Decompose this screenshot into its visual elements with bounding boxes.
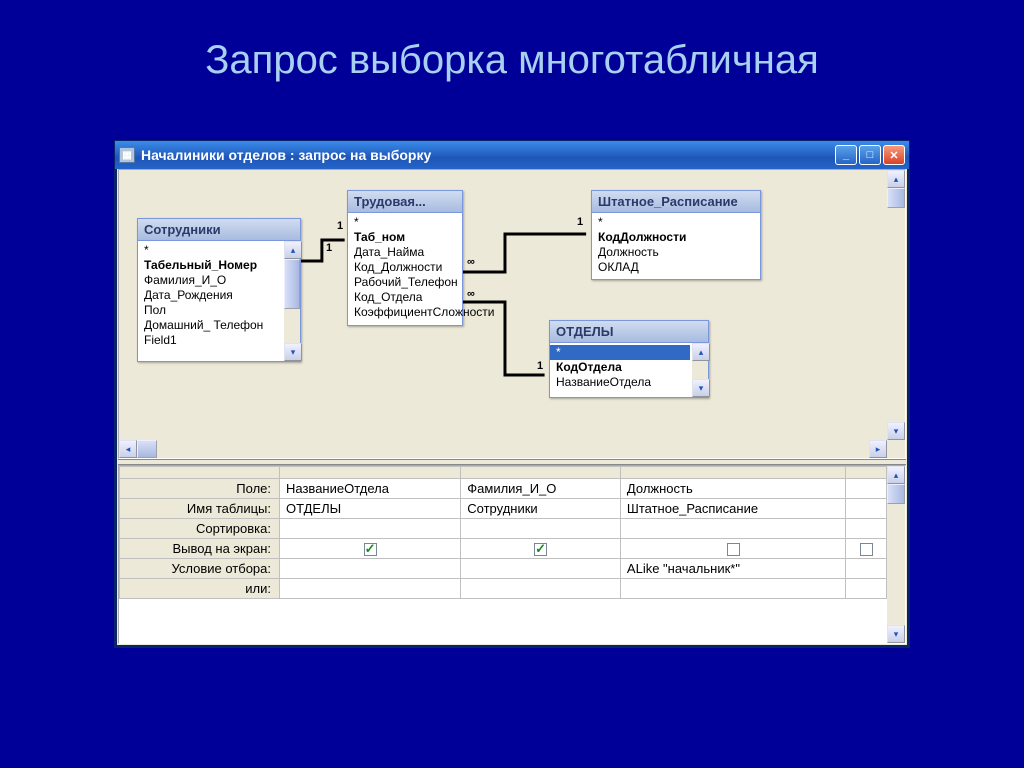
rel-label-many: ∞	[467, 256, 475, 268]
show-checkbox[interactable]	[534, 543, 547, 556]
grid-cell[interactable]	[280, 559, 461, 579]
field-item[interactable]: Табельный_Номер	[138, 258, 282, 273]
scroll-left-icon[interactable]: ◂	[119, 440, 137, 458]
horizontal-scrollbar[interactable]: ◂ ▸	[119, 440, 887, 458]
field-item[interactable]: Код_Должности	[348, 260, 462, 275]
grid-cell[interactable]	[280, 519, 461, 539]
grid-cell[interactable]	[461, 579, 621, 599]
scroll-down-icon[interactable]: ▾	[887, 422, 905, 440]
table-box-labor[interactable]: Трудовая... * Таб_ном Дата_Найма Код_Дол…	[347, 190, 463, 326]
grid-cell[interactable]	[846, 479, 887, 499]
rel-label-one: 1	[537, 360, 543, 372]
row-label-show: Вывод на экран:	[120, 539, 280, 559]
table-box-staffing[interactable]: Штатное_Расписание * КодДолжности Должно…	[591, 190, 761, 280]
table-title[interactable]: Штатное_Расписание	[592, 191, 760, 213]
grid-cell[interactable]: НазваниеОтдела	[280, 479, 461, 499]
field-item[interactable]: НазваниеОтдела	[550, 375, 690, 390]
field-item[interactable]: КоэффициентСложности	[348, 305, 462, 320]
system-menu-icon[interactable]: ▦	[119, 147, 135, 163]
field-item[interactable]: *	[550, 345, 690, 360]
table-title[interactable]: Трудовая...	[348, 191, 462, 213]
vertical-scrollbar[interactable]: ▴ ▾	[887, 170, 905, 440]
rel-label-many: ∞	[467, 288, 475, 300]
grid-cell[interactable]	[461, 559, 621, 579]
row-label-criteria: Условие отбора:	[120, 559, 280, 579]
grid-cell[interactable]	[620, 519, 845, 539]
scroll-down-icon[interactable]: ▾	[692, 379, 710, 397]
column-selector[interactable]	[461, 467, 621, 479]
show-checkbox[interactable]	[727, 543, 740, 556]
rel-label-one: 1	[577, 216, 583, 228]
column-selector[interactable]	[846, 467, 887, 479]
field-item[interactable]: *	[592, 215, 760, 230]
scroll-up-icon[interactable]: ▴	[887, 170, 905, 188]
rel-label-one: 1	[337, 220, 343, 232]
grid-cell[interactable]	[846, 559, 887, 579]
row-label-field: Поле:	[120, 479, 280, 499]
grid-cell[interactable]	[846, 519, 887, 539]
column-selector[interactable]	[280, 467, 461, 479]
grid-cell[interactable]	[280, 579, 461, 599]
row-label-or: или:	[120, 579, 280, 599]
grid-cell[interactable]: ОТДЕЛЫ	[280, 499, 461, 519]
slide-title: Запрос выборка многотабличная	[0, 0, 1024, 103]
close-button[interactable]: ✕	[883, 145, 905, 165]
grid-vertical-scrollbar[interactable]: ▴ ▾	[887, 466, 905, 643]
scroll-up-icon[interactable]: ▴	[887, 466, 905, 484]
field-item[interactable]: Домашний_ Телефон	[138, 318, 282, 333]
minimize-button[interactable]: _	[835, 145, 857, 165]
field-item[interactable]: Field1	[138, 333, 282, 348]
scroll-right-icon[interactable]: ▸	[869, 440, 887, 458]
grid-cell[interactable]: Должность	[620, 479, 845, 499]
window-title: Началиники отделов : запрос на выборку	[141, 147, 431, 163]
scroll-up-icon[interactable]: ▴	[284, 241, 302, 259]
grid-cell[interactable]	[846, 539, 887, 559]
grid-cell[interactable]	[620, 539, 845, 559]
grid-cell[interactable]	[461, 519, 621, 539]
row-label-table: Имя таблицы:	[120, 499, 280, 519]
show-checkbox[interactable]	[860, 543, 873, 556]
rel-label-one: 1	[326, 242, 332, 254]
field-item[interactable]: Пол	[138, 303, 282, 318]
table-title[interactable]: Сотрудники	[138, 219, 300, 241]
titlebar[interactable]: ▦ Началиники отделов : запрос на выборку…	[115, 141, 909, 169]
field-item[interactable]: КодОтдела	[550, 360, 690, 375]
grid-cell[interactable]: Фамилия_И_О	[461, 479, 621, 499]
field-item[interactable]: Должность	[592, 245, 760, 260]
grid-cell[interactable]	[280, 539, 461, 559]
qbe-grid-pane[interactable]: Поле: НазваниеОтдела Фамилия_И_О Должнос…	[118, 465, 906, 644]
qbe-grid[interactable]: Поле: НазваниеОтдела Фамилия_И_О Должнос…	[119, 466, 887, 599]
field-item[interactable]: Дата_Рождения	[138, 288, 282, 303]
table-box-departments[interactable]: ОТДЕЛЫ * КодОтдела НазваниеОтдела ▴ ▾	[549, 320, 709, 398]
field-item[interactable]: *	[138, 243, 282, 258]
query-design-window: ▦ Началиники отделов : запрос на выборку…	[114, 140, 910, 648]
scroll-down-icon[interactable]: ▾	[887, 625, 905, 643]
table-title[interactable]: ОТДЕЛЫ	[550, 321, 708, 343]
scroll-up-icon[interactable]: ▴	[692, 343, 710, 361]
row-label-sort: Сортировка:	[120, 519, 280, 539]
grid-cell[interactable]: Штатное_Расписание	[620, 499, 845, 519]
grid-cell[interactable]: Сотрудники	[461, 499, 621, 519]
grid-cell[interactable]	[846, 499, 887, 519]
field-item[interactable]: Таб_ном	[348, 230, 462, 245]
grid-cell[interactable]	[620, 579, 845, 599]
grid-cell[interactable]	[846, 579, 887, 599]
grid-cell[interactable]: ALike "начальник*"	[620, 559, 845, 579]
field-item[interactable]: Код_Отдела	[348, 290, 462, 305]
field-item[interactable]: Рабочий_Телефон	[348, 275, 462, 290]
grid-cell[interactable]	[461, 539, 621, 559]
show-checkbox[interactable]	[364, 543, 377, 556]
scroll-down-icon[interactable]: ▾	[284, 343, 302, 361]
field-item[interactable]: КодДолжности	[592, 230, 760, 245]
field-item[interactable]: *	[348, 215, 462, 230]
column-selector[interactable]	[620, 467, 845, 479]
maximize-button[interactable]: □	[859, 145, 881, 165]
field-item[interactable]: ОКЛАД	[592, 260, 760, 275]
field-item[interactable]: Дата_Найма	[348, 245, 462, 260]
field-item[interactable]: Фамилия_И_О	[138, 273, 282, 288]
relationship-diagram-pane[interactable]: 1 1 ∞ 1 ∞ 1 Сотрудники * Табельный_Номер…	[118, 169, 906, 459]
table-box-employees[interactable]: Сотрудники * Табельный_Номер Фамилия_И_О…	[137, 218, 301, 362]
